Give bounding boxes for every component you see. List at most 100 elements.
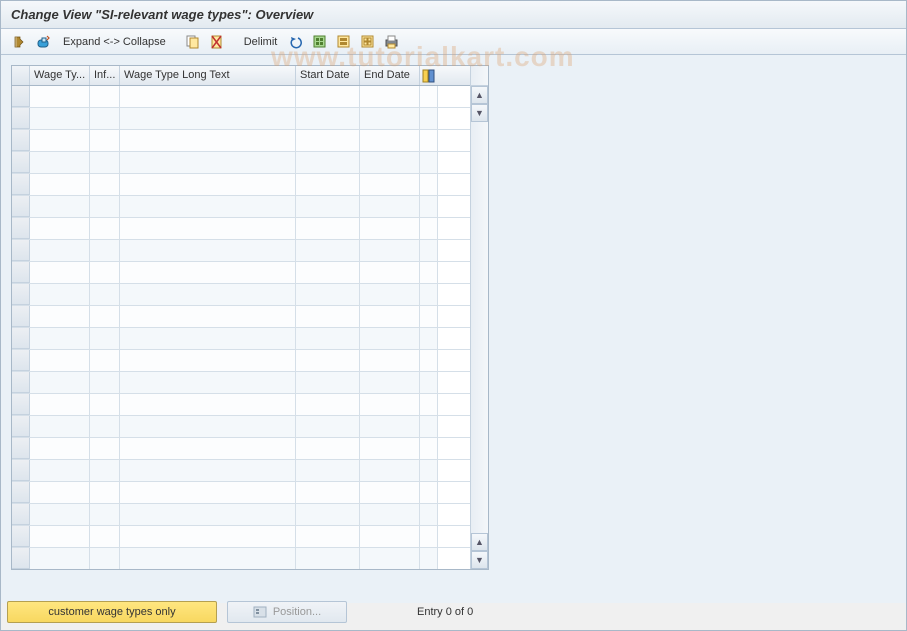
cell-long-text[interactable] <box>120 504 296 525</box>
cell-end-date[interactable] <box>360 394 420 415</box>
row-selector[interactable] <box>12 174 30 195</box>
cell-end-date[interactable] <box>360 526 420 547</box>
col-start-date[interactable]: Start Date <box>296 66 360 85</box>
table-row[interactable] <box>12 548 470 569</box>
table-row[interactable] <box>12 438 470 460</box>
scroll-down-icon[interactable]: ▼ <box>471 104 488 122</box>
print-icon[interactable] <box>381 32 403 52</box>
row-selector[interactable] <box>12 350 30 371</box>
table-row[interactable] <box>12 152 470 174</box>
cell-start-date[interactable] <box>296 152 360 173</box>
table-row[interactable] <box>12 306 470 328</box>
cell-start-date[interactable] <box>296 526 360 547</box>
row-selector[interactable] <box>12 262 30 283</box>
row-selector[interactable] <box>12 108 30 129</box>
row-selector[interactable] <box>12 196 30 217</box>
cell-start-date[interactable] <box>296 328 360 349</box>
cell-info[interactable] <box>90 108 120 129</box>
cell-info[interactable] <box>90 262 120 283</box>
table-row[interactable] <box>12 394 470 416</box>
cell-info[interactable] <box>90 372 120 393</box>
cell-info[interactable] <box>90 152 120 173</box>
cell-info[interactable] <box>90 482 120 503</box>
cell-info[interactable] <box>90 504 120 525</box>
cell-wage-type[interactable] <box>30 350 90 371</box>
copy-icon[interactable] <box>182 32 204 52</box>
cell-long-text[interactable] <box>120 394 296 415</box>
row-selector[interactable] <box>12 218 30 239</box>
cell-info[interactable] <box>90 196 120 217</box>
row-selector[interactable] <box>12 306 30 327</box>
other-view-icon[interactable] <box>9 32 31 52</box>
cell-wage-type[interactable] <box>30 174 90 195</box>
cell-start-date[interactable] <box>296 350 360 371</box>
cell-start-date[interactable] <box>296 372 360 393</box>
row-selector[interactable] <box>12 240 30 261</box>
cell-end-date[interactable] <box>360 196 420 217</box>
cell-end-date[interactable] <box>360 438 420 459</box>
cell-start-date[interactable] <box>296 130 360 151</box>
delimit-button[interactable]: Delimit <box>238 36 284 48</box>
row-selector[interactable] <box>12 482 30 503</box>
cell-long-text[interactable] <box>120 306 296 327</box>
scroll-up2-icon[interactable]: ▲ <box>471 533 488 551</box>
cell-long-text[interactable] <box>120 438 296 459</box>
cell-start-date[interactable] <box>296 284 360 305</box>
cell-end-date[interactable] <box>360 240 420 261</box>
cell-end-date[interactable] <box>360 218 420 239</box>
cell-wage-type[interactable] <box>30 240 90 261</box>
cell-end-date[interactable] <box>360 548 420 569</box>
cell-end-date[interactable] <box>360 130 420 151</box>
cell-end-date[interactable] <box>360 152 420 173</box>
table-row[interactable] <box>12 130 470 152</box>
cell-info[interactable] <box>90 174 120 195</box>
cell-end-date[interactable] <box>360 416 420 437</box>
cell-info[interactable] <box>90 526 120 547</box>
cell-info[interactable] <box>90 394 120 415</box>
cell-long-text[interactable] <box>120 152 296 173</box>
cell-long-text[interactable] <box>120 284 296 305</box>
cell-end-date[interactable] <box>360 350 420 371</box>
cell-long-text[interactable] <box>120 416 296 437</box>
cell-info[interactable] <box>90 86 120 107</box>
cell-long-text[interactable] <box>120 328 296 349</box>
cell-long-text[interactable] <box>120 262 296 283</box>
row-selector[interactable] <box>12 394 30 415</box>
select-block-icon[interactable] <box>333 32 355 52</box>
table-row[interactable] <box>12 482 470 504</box>
cell-long-text[interactable] <box>120 174 296 195</box>
table-row[interactable] <box>12 196 470 218</box>
cell-info[interactable] <box>90 306 120 327</box>
cell-start-date[interactable] <box>296 196 360 217</box>
scroll-down2-icon[interactable]: ▼ <box>471 551 488 569</box>
customer-wage-types-button[interactable]: customer wage types only <box>7 601 217 623</box>
delete-icon[interactable] <box>206 32 228 52</box>
cell-long-text[interactable] <box>120 108 296 129</box>
cell-wage-type[interactable] <box>30 548 90 569</box>
cell-wage-type[interactable] <box>30 306 90 327</box>
cell-wage-type[interactable] <box>30 130 90 151</box>
col-info[interactable]: Inf... <box>90 66 120 85</box>
cell-start-date[interactable] <box>296 394 360 415</box>
cell-long-text[interactable] <box>120 240 296 261</box>
cell-long-text[interactable] <box>120 130 296 151</box>
cell-wage-type[interactable] <box>30 196 90 217</box>
cell-end-date[interactable] <box>360 372 420 393</box>
cell-end-date[interactable] <box>360 482 420 503</box>
cell-start-date[interactable] <box>296 108 360 129</box>
table-row[interactable] <box>12 460 470 482</box>
col-end-date[interactable]: End Date <box>360 66 420 85</box>
table-row[interactable] <box>12 372 470 394</box>
row-selector[interactable] <box>12 526 30 547</box>
cell-end-date[interactable] <box>360 86 420 107</box>
cell-wage-type[interactable] <box>30 152 90 173</box>
cell-start-date[interactable] <box>296 548 360 569</box>
deselect-all-icon[interactable] <box>357 32 379 52</box>
cell-wage-type[interactable] <box>30 394 90 415</box>
cell-start-date[interactable] <box>296 306 360 327</box>
row-selector[interactable] <box>12 548 30 569</box>
cell-start-date[interactable] <box>296 86 360 107</box>
cell-wage-type[interactable] <box>30 262 90 283</box>
scroll-up-icon[interactable]: ▲ <box>471 86 488 104</box>
cell-start-date[interactable] <box>296 174 360 195</box>
